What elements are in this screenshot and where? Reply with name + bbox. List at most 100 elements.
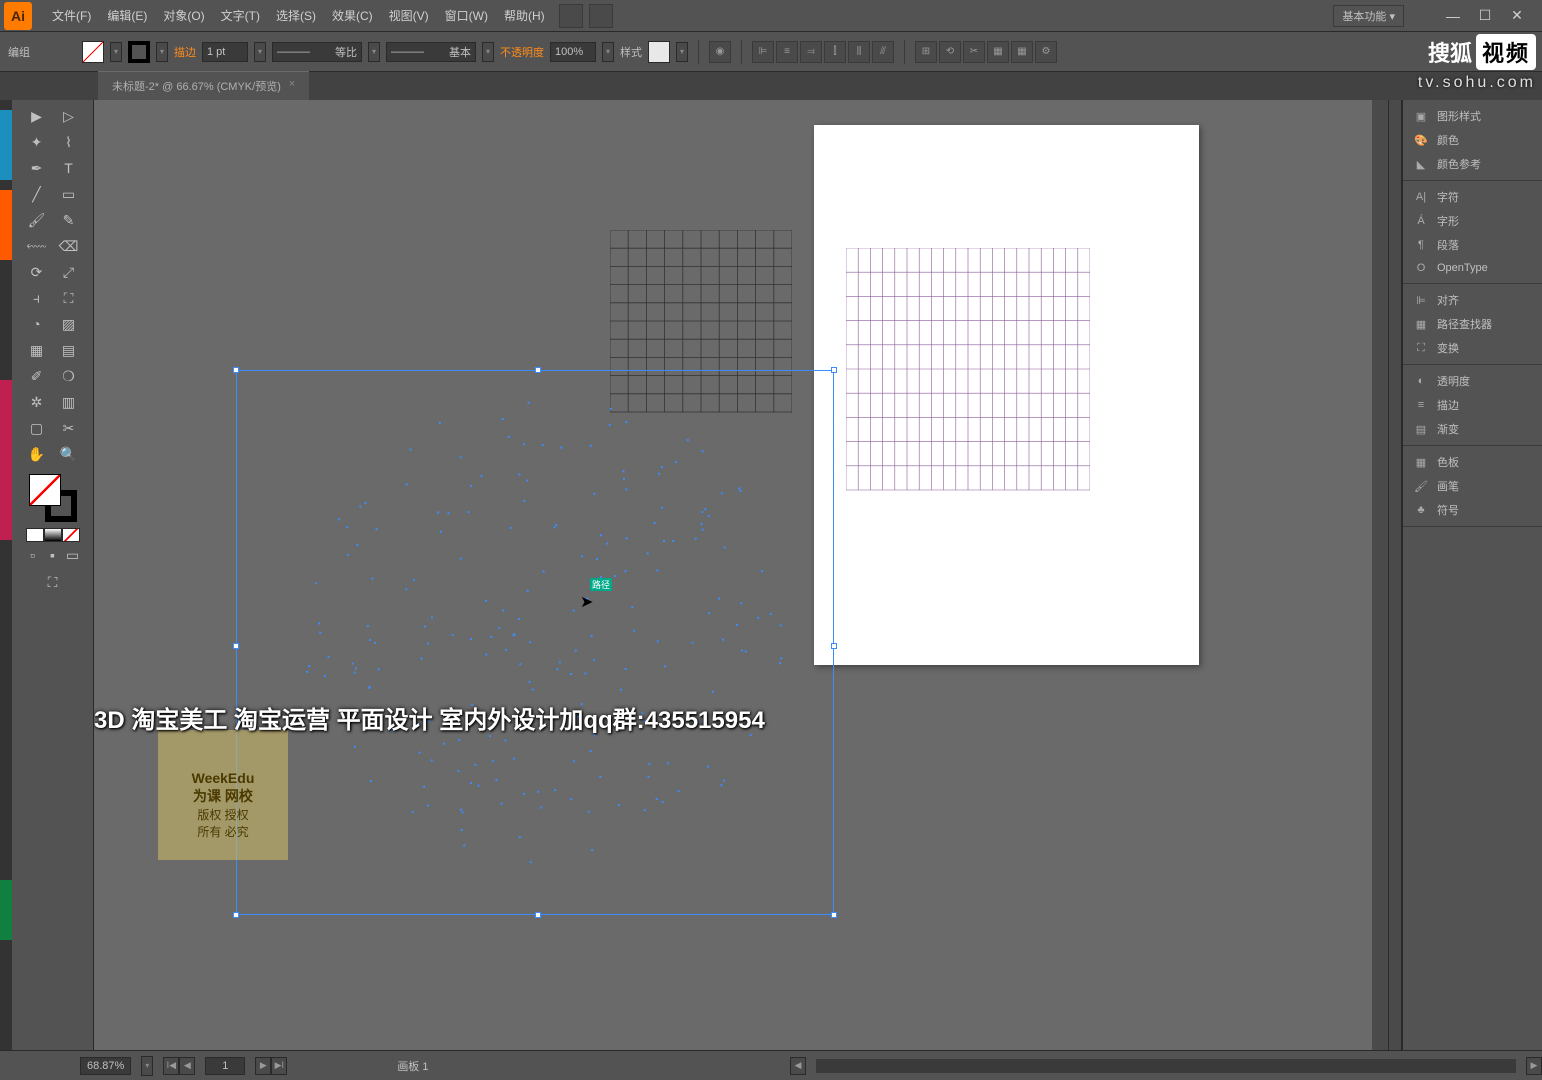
workspace-switcher[interactable]: 基本功能 ▾ (1333, 5, 1404, 27)
eyedropper-tool-icon[interactable]: ✐ (22, 364, 52, 388)
menu-view[interactable]: 视图(V) (381, 7, 437, 24)
color-mode-gradient-icon[interactable] (44, 528, 62, 542)
last-artboard-icon[interactable]: ▶I (271, 1057, 287, 1075)
align-bottom-icon[interactable]: ⫻ (872, 41, 894, 63)
minimize-button[interactable]: — (1444, 7, 1462, 25)
eraser-tool-icon[interactable]: ⌫ (54, 234, 84, 258)
align-hcenter-icon[interactable]: ≡ (776, 41, 798, 63)
hscroll-left-icon[interactable]: ◀ (790, 1057, 806, 1075)
profile-dd-icon[interactable]: ▾ (368, 42, 380, 62)
stroke-weight-input[interactable] (202, 42, 248, 62)
brush-select[interactable]: ———基本 (386, 42, 476, 62)
opacity-dd-icon[interactable]: ▾ (602, 42, 614, 62)
panel-gradient[interactable]: ▤渐变 (1403, 417, 1542, 441)
canvas[interactable]: 路径 ➤ 3D 淘宝美工 淘宝运营 平面设计 室内外设计加qq群:4355159… (94, 100, 1372, 1050)
resize-handle-ne[interactable] (831, 367, 837, 373)
stroke-swatch[interactable] (128, 41, 150, 63)
tab-close-icon[interactable]: × (289, 78, 295, 94)
transform-icon[interactable]: ⟲ (939, 41, 961, 63)
line-tool-icon[interactable]: ╱ (22, 182, 52, 206)
panel-swatches[interactable]: ▦色板 (1403, 450, 1542, 474)
width-tool-icon[interactable]: ⫞ (22, 286, 52, 310)
change-screen-icon[interactable]: ⛶ (33, 570, 73, 594)
hand-tool-icon[interactable]: ✋ (22, 442, 52, 466)
type-tool-icon[interactable]: T (54, 156, 84, 180)
panel-transform[interactable]: ⛶变换 (1403, 336, 1542, 360)
panel-pathfinder[interactable]: ▦路径查找器 (1403, 312, 1542, 336)
resize-handle-nw[interactable] (233, 367, 239, 373)
artboard-number[interactable]: 1 (205, 1057, 245, 1075)
panel-align[interactable]: ⊫对齐 (1403, 288, 1542, 312)
align-vcenter-icon[interactable]: ⫼ (848, 41, 870, 63)
panel-opentype[interactable]: OOpenType (1403, 257, 1542, 279)
panel-graphic-styles[interactable]: ▣图形样式 (1403, 104, 1542, 128)
profile-select[interactable]: ———等比 (272, 42, 362, 62)
magic-wand-tool-icon[interactable]: ✦ (22, 130, 52, 154)
resize-handle-n[interactable] (535, 367, 541, 373)
align-right-icon[interactable]: ⫤ (800, 41, 822, 63)
rectangle-tool-icon[interactable]: ▭ (54, 182, 84, 206)
stroke-dd-icon[interactable]: ▾ (156, 42, 168, 62)
resize-handle-w[interactable] (233, 643, 239, 649)
blend-tool-icon[interactable]: ❍ (54, 364, 84, 388)
screen-mode-normal-icon[interactable]: ▫ (23, 546, 43, 564)
resize-handle-sw[interactable] (233, 912, 239, 918)
fill-dd-icon[interactable]: ▾ (110, 42, 122, 62)
weight-dd-icon[interactable]: ▾ (254, 42, 266, 62)
next-artboard-icon[interactable]: ▶ (255, 1057, 271, 1075)
close-button[interactable]: ✕ (1508, 7, 1526, 25)
resize-handle-s[interactable] (535, 912, 541, 918)
selection-bounding-box[interactable] (236, 370, 834, 915)
panel-glyphs[interactable]: Á字形 (1403, 209, 1542, 233)
panel-stroke[interactable]: ≡描边 (1403, 393, 1542, 417)
fill-swatch[interactable] (82, 41, 104, 63)
gradient-tool-icon[interactable]: ▤ (54, 338, 84, 362)
fill-color-icon[interactable] (29, 474, 61, 506)
guide-icon[interactable]: ⊞ (915, 41, 937, 63)
recolor-icon[interactable]: ◉ (709, 41, 731, 63)
zoom-tool-icon[interactable]: 🔍 (54, 442, 84, 466)
screen-mode-full-icon[interactable]: ▪ (43, 546, 63, 564)
pen-tool-icon[interactable]: ✒ (22, 156, 52, 180)
symbol-sprayer-tool-icon[interactable]: ✲ (22, 390, 52, 414)
fill-stroke-control[interactable] (29, 474, 77, 522)
maximize-button[interactable]: ☐ (1476, 7, 1494, 25)
crop-icon[interactable]: ▦ (987, 41, 1009, 63)
brush-dd-icon[interactable]: ▾ (482, 42, 494, 62)
perspective-tool-icon[interactable]: ▨ (54, 312, 84, 336)
screen-mode-present-icon[interactable]: ▭ (63, 546, 83, 564)
collapsed-panel-strip[interactable] (1388, 100, 1402, 1050)
color-mode-solid-icon[interactable] (26, 528, 44, 542)
arrange-icon[interactable] (589, 4, 613, 28)
opacity-input[interactable] (550, 42, 596, 62)
align-left-icon[interactable]: ⊫ (752, 41, 774, 63)
menu-window[interactable]: 窗口(W) (437, 7, 496, 24)
mesh-tool-icon[interactable]: ▦ (22, 338, 52, 362)
menu-effect[interactable]: 效果(C) (324, 7, 381, 24)
blob-brush-tool-icon[interactable]: ⬳ (22, 234, 52, 258)
document-tab[interactable]: 未标题-2* @ 66.67% (CMYK/预览) × (98, 71, 309, 100)
menu-type[interactable]: 文字(T) (213, 7, 268, 24)
panel-transparency[interactable]: ◐透明度 (1403, 369, 1542, 393)
menu-help[interactable]: 帮助(H) (496, 7, 553, 24)
rotate-tool-icon[interactable]: ⟳ (22, 260, 52, 284)
stroke-label[interactable]: 描边 (174, 44, 196, 60)
panel-paragraph[interactable]: ¶段落 (1403, 233, 1542, 257)
vertical-scrollbar[interactable] (1372, 100, 1388, 1050)
align-top-icon[interactable]: ⫿ (824, 41, 846, 63)
menu-select[interactable]: 选择(S) (268, 7, 324, 24)
panel-symbols[interactable]: ♣符号 (1403, 498, 1542, 522)
menu-edit[interactable]: 编辑(E) (99, 7, 155, 24)
slice-tool-icon[interactable]: ✂ (54, 416, 84, 440)
style-dd-icon[interactable]: ▾ (676, 42, 688, 62)
zoom-level[interactable]: 68.87% (80, 1057, 131, 1075)
lasso-tool-icon[interactable]: ⌇ (54, 130, 84, 154)
prev-artboard-icon[interactable]: ◀ (179, 1057, 195, 1075)
graph-tool-icon[interactable]: ▥ (54, 390, 84, 414)
hscroll-right-icon[interactable]: ▶ (1526, 1057, 1542, 1075)
first-artboard-icon[interactable]: I◀ (163, 1057, 179, 1075)
prefs-icon[interactable]: ⚙ (1035, 41, 1057, 63)
docsetup-icon[interactable]: ▦ (1011, 41, 1033, 63)
opacity-label[interactable]: 不透明度 (500, 44, 544, 60)
layout-icon[interactable] (559, 4, 583, 28)
